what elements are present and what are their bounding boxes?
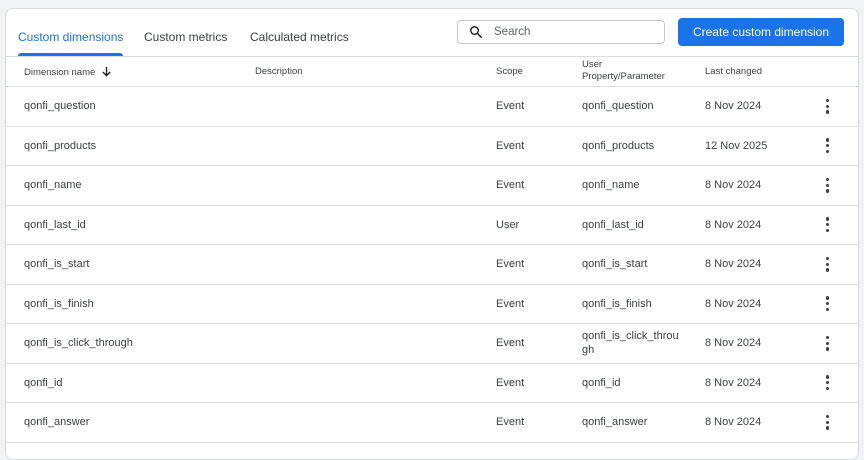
scope-cell: Event	[496, 376, 525, 389]
more-vert-icon[interactable]	[820, 97, 836, 115]
scope-cell: Event	[496, 179, 525, 192]
dimension-name-cell: qonfi_is_click_through	[24, 337, 133, 350]
dimension-name-cell: qonfi_name	[24, 179, 82, 192]
scope-cell: Event	[496, 258, 525, 271]
table-row[interactable]: qonfi_is_start Event qonfi_is_start 8 No…	[6, 245, 858, 285]
table-body: qonfi_question Event qonfi_question 8 No…	[6, 87, 858, 443]
more-vert-icon[interactable]	[820, 137, 836, 155]
column-header-user-property-parameter: User Property/Parameter	[582, 59, 665, 82]
parameter-cell: qonfi_products	[582, 139, 655, 152]
last-changed-cell: 8 Nov 2024	[705, 100, 762, 113]
parameter-cell: qonfi_question	[582, 100, 654, 113]
tab-calculated-metrics[interactable]: Calculated metrics	[250, 9, 349, 56]
last-changed-cell: 8 Nov 2024	[705, 416, 762, 429]
parameter-cell: qonfi_id	[582, 376, 621, 389]
table-row[interactable]: qonfi_question Event qonfi_question 8 No…	[6, 87, 858, 127]
more-vert-icon[interactable]	[820, 176, 836, 194]
tab-custom-dimensions[interactable]: Custom dimensions	[18, 9, 124, 56]
column-header-description: Description	[255, 66, 303, 77]
tab-custom-metrics[interactable]: Custom metrics	[144, 9, 227, 56]
more-vert-icon[interactable]	[820, 255, 836, 273]
scope-cell: Event	[496, 139, 525, 152]
table-row[interactable]: qonfi_products Event qonfi_products 12 N…	[6, 127, 858, 166]
last-changed-cell: 8 Nov 2024	[705, 179, 762, 192]
more-vert-icon[interactable]	[820, 295, 836, 313]
tab-label: Custom metrics	[144, 30, 228, 44]
tab-label: Custom dimensions	[18, 30, 124, 44]
column-header-last-changed: Last changed	[705, 66, 763, 77]
scope-cell: Event	[496, 100, 525, 113]
more-vert-icon[interactable]	[820, 216, 836, 234]
parameter-cell: qonfi_answer	[582, 416, 648, 429]
table-header: Dimension name Description Scope User Pr…	[6, 57, 858, 87]
last-changed-cell: 8 Nov 2024	[705, 218, 762, 231]
dimension-name-cell: qonfi_id	[24, 376, 63, 389]
search-icon	[470, 26, 483, 39]
custom-definitions-card: Custom dimensions Custom metrics Calcula…	[5, 8, 859, 460]
create-custom-dimension-button[interactable]: Create custom dimension	[678, 18, 844, 46]
parameter-cell: qonfi_is_click_through	[582, 330, 679, 357]
scope-cell: Event	[496, 416, 525, 429]
search-box	[457, 20, 665, 44]
column-header-dimension-name[interactable]: Dimension name	[24, 66, 112, 79]
parameter-cell: qonfi_last_id	[582, 218, 644, 231]
arrow-down-icon	[102, 66, 111, 77]
parameter-cell: qonfi_is_start	[582, 258, 648, 271]
more-vert-icon[interactable]	[820, 374, 836, 392]
dimension-name-cell: qonfi_last_id	[24, 218, 86, 231]
search-input[interactable]	[494, 24, 654, 40]
table-row[interactable]: qonfi_answer Event qonfi_answer 8 Nov 20…	[6, 403, 858, 443]
tab-label: Calculated metrics	[250, 30, 349, 44]
dimension-name-cell: qonfi_is_finish	[24, 297, 94, 310]
scope-cell: User	[496, 218, 520, 231]
more-vert-icon[interactable]	[820, 413, 836, 431]
dimension-name-cell: qonfi_question	[24, 100, 96, 113]
last-changed-cell: 12 Nov 2025	[705, 139, 768, 152]
column-header-scope: Scope	[496, 66, 523, 77]
dimension-name-cell: qonfi_answer	[24, 416, 90, 429]
tab-bar: Custom dimensions Custom metrics Calcula…	[6, 9, 858, 57]
dimension-name-cell: qonfi_products	[24, 139, 97, 152]
parameter-cell: qonfi_is_finish	[582, 297, 652, 310]
table-row[interactable]: qonfi_is_finish Event qonfi_is_finish 8 …	[6, 285, 858, 324]
last-changed-cell: 8 Nov 2024	[705, 297, 762, 310]
active-tab-indicator	[18, 53, 124, 56]
scope-cell: Event	[496, 297, 525, 310]
table-row[interactable]: qonfi_name Event qonfi_name 8 Nov 2024	[6, 166, 858, 206]
last-changed-cell: 8 Nov 2024	[705, 258, 762, 271]
table-row[interactable]: qonfi_last_id User qonfi_last_id 8 Nov 2…	[6, 206, 858, 245]
table-row[interactable]: qonfi_is_click_through Event qonfi_is_cl…	[6, 324, 858, 364]
last-changed-cell: 8 Nov 2024	[705, 337, 762, 350]
scope-cell: Event	[496, 337, 525, 350]
more-vert-icon[interactable]	[820, 334, 836, 352]
dimension-name-cell: qonfi_is_start	[24, 258, 90, 271]
parameter-cell: qonfi_name	[582, 179, 640, 192]
table-row[interactable]: qonfi_id Event qonfi_id 8 Nov 2024	[6, 364, 858, 403]
column-header-label: Dimension name	[24, 67, 96, 78]
last-changed-cell: 8 Nov 2024	[705, 376, 762, 389]
